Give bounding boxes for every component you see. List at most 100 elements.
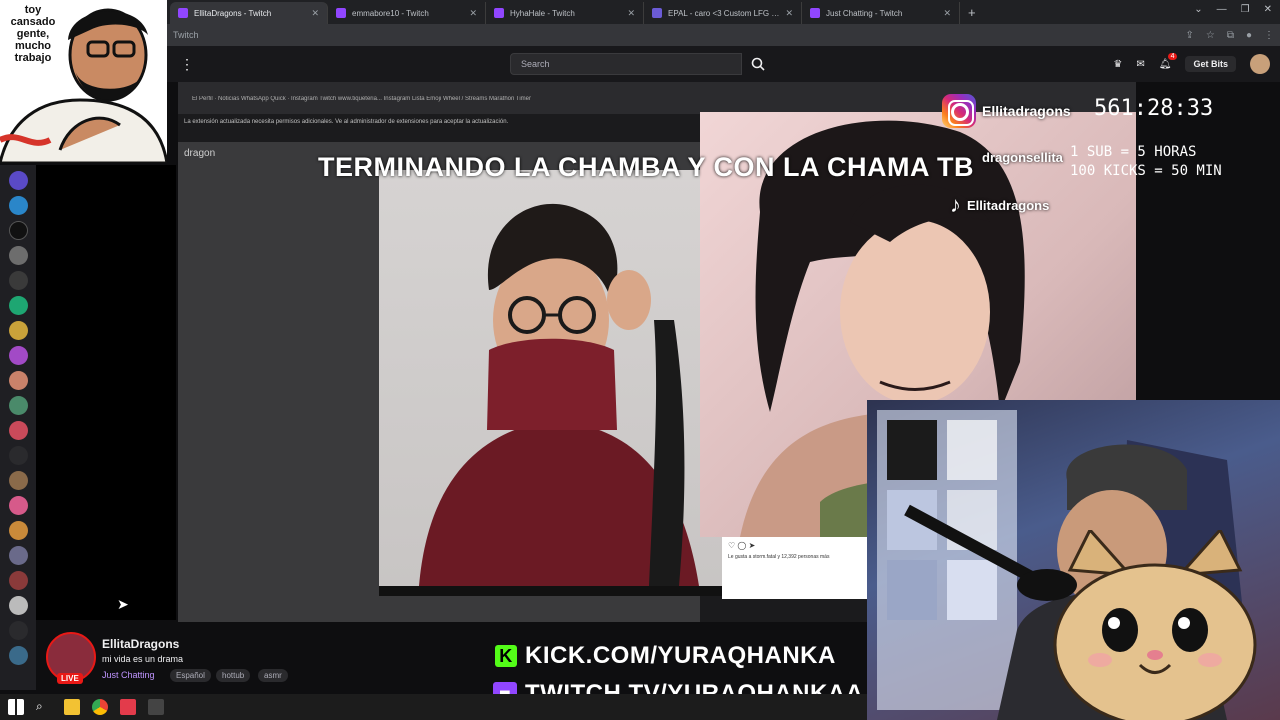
chrome-icon[interactable] [92, 699, 108, 715]
sidebar-channel-avatar[interactable] [8, 396, 28, 415]
search-icon[interactable]: ⌕ [36, 699, 52, 715]
sidebar-channel-avatar[interactable] [8, 171, 28, 190]
close-icon[interactable]: ✕ [627, 8, 635, 19]
close-icon[interactable]: ✕ [469, 8, 477, 19]
sidebar-channel-avatar[interactable] [8, 421, 28, 440]
nav-right-actions: ♛ ✉ 🔔︎ 4 Get Bits [1113, 52, 1270, 74]
instagram-handle-overlay: Ellitadragons [942, 94, 1071, 128]
subathon-rules: 1 SUB = 5 HORAS 100 KICKS = 50 MIN [1070, 143, 1222, 181]
close-icon[interactable]: ✕ [943, 8, 951, 19]
stream-tag[interactable]: hottub [216, 669, 251, 682]
profile-icon[interactable]: ● [1246, 30, 1252, 41]
extension-notice: La extensión actualizada necesita permis… [184, 119, 509, 125]
star-icon[interactable]: ☆ [1206, 30, 1215, 41]
stream-tag[interactable]: asmr [258, 669, 288, 682]
search-button[interactable] [744, 53, 772, 75]
browser-tab[interactable]: EllitaDragons - Twitch ✕ [170, 2, 328, 24]
instagram-actions-icon: ♡ ◯ ➤ [728, 541, 756, 550]
instagram-likes-text: Le gusta a storm.fatal y 12,392 personas… [728, 554, 830, 560]
app-icon[interactable] [148, 699, 164, 715]
sidebar-channel-avatar[interactable] [8, 271, 28, 290]
tab-title: EPAL - caro <3 Custom LFG Lo... [668, 8, 780, 18]
new-tab-button[interactable]: + [960, 5, 984, 24]
instagram-handle: Ellitadragons [982, 103, 1071, 119]
sidebar-channel-avatar[interactable] [8, 546, 28, 565]
windows-start-icon[interactable] [8, 699, 24, 715]
subathon-timer: 561:28:33 [1094, 96, 1214, 121]
close-icon[interactable]: ✕ [311, 8, 319, 19]
browser-tab[interactable]: EPAL - caro <3 Custom LFG Lo... ✕ [644, 2, 802, 24]
instagram-photo [379, 170, 723, 586]
tiktok-handle-overlay: ♪ Ellitadragons [950, 192, 1049, 218]
chat-empty-panel [36, 165, 176, 620]
stream-category[interactable]: Just Chatting [102, 670, 155, 680]
cat-sticker-illustration [1053, 530, 1257, 720]
sidebar-channel-avatar[interactable] [8, 496, 28, 515]
photo-caption-bar [379, 586, 723, 596]
browser-tab[interactable]: HyhaHale - Twitch ✕ [486, 2, 644, 24]
epal-favicon-icon [652, 8, 662, 18]
man-portrait-illustration [419, 203, 699, 586]
twitch-favicon-icon [810, 8, 820, 18]
maximize-icon[interactable]: ❐ [1241, 4, 1250, 15]
tab-title: emmabore10 - Twitch [352, 8, 429, 18]
window-controls: ⌄ — ❐ ✕ [1194, 4, 1272, 15]
browser-tab-bar: EllitaDragons - Twitch ✕ emmabore10 - Tw… [0, 0, 1280, 24]
twitch-top-nav: ⋮ Search ♛ ✉ 🔔︎ 4 Get Bits [167, 46, 1280, 82]
browser-tab[interactable]: Just Chatting - Twitch ✕ [802, 2, 960, 24]
video-icon[interactable] [8, 621, 28, 640]
sidebar-channel-avatar[interactable] [8, 596, 28, 615]
sidebar-channel-avatar[interactable] [8, 246, 28, 265]
minimize-icon[interactable]: — [1217, 4, 1227, 15]
tiktok-icon: ♪ [950, 192, 961, 217]
prime-crown-icon[interactable]: ♛ [1113, 59, 1122, 70]
kick-link: KICK.COM/YURAQHANKA [525, 642, 836, 669]
notifications-icon[interactable]: 🔔︎ 4 [1159, 52, 1178, 70]
inner-page-heading: dragon [184, 148, 216, 159]
twitch-favicon-icon [336, 8, 346, 18]
inbox-icon[interactable]: ✉ [1136, 59, 1144, 70]
windows-taskbar: ⌕ [0, 694, 867, 720]
address-bar[interactable]: Twitch ⇪ ☆ ⧉ ● ⋮ [167, 24, 1280, 46]
stream-tag[interactable]: Español [170, 669, 211, 682]
followed-channels-sidebar [0, 165, 36, 690]
stream-title: mi vida es un drama [102, 654, 184, 664]
extensions-icon[interactable]: ⧉ [1227, 30, 1234, 41]
video-icon[interactable] [8, 446, 28, 465]
search-icon [751, 57, 765, 71]
search-input[interactable]: Search [510, 53, 742, 75]
chevron-down-icon[interactable]: ⌄ [1194, 4, 1202, 15]
sidebar-channel-avatar[interactable] [8, 646, 28, 665]
close-icon[interactable]: ✕ [785, 8, 793, 19]
sidebar-channel-avatar[interactable] [8, 571, 28, 590]
kick-link-overlay: K KICK.COM/YURAQHANKA [495, 642, 836, 670]
avatar[interactable] [1250, 54, 1270, 74]
subathon-rule: 1 SUB = 5 HORAS [1070, 144, 1197, 160]
sidebar-channel-avatar[interactable] [8, 471, 28, 490]
sidebar-channel-avatar[interactable] [8, 346, 28, 365]
instagram-icon [942, 94, 976, 128]
tab-title: EllitaDragons - Twitch [194, 8, 272, 18]
tab-title: Just Chatting - Twitch [826, 8, 903, 18]
browser-toolbar-icons: ⇪ ☆ ⧉ ● ⋮ [1185, 30, 1274, 41]
mouse-cursor-icon: ➤ [117, 596, 129, 612]
notification-count-badge: 4 [1167, 52, 1178, 60]
sidebar-channel-avatar[interactable] [8, 371, 28, 390]
close-window-icon[interactable]: ✕ [1264, 4, 1272, 15]
instagram-likes-panel: ♡ ◯ ➤ Le gusta a storm.fatal y 12,392 pe… [722, 535, 867, 599]
sidebar-channel-avatar[interactable] [8, 321, 28, 340]
sidebar-channel-avatar[interactable] [8, 196, 28, 215]
sidebar-channel-avatar[interactable] [8, 296, 28, 315]
twitch-favicon-icon [494, 8, 504, 18]
browser-tab[interactable]: emmabore10 - Twitch ✕ [328, 2, 486, 24]
share-icon[interactable]: ⇪ [1185, 30, 1193, 41]
more-menu-icon[interactable]: ⋮ [167, 56, 207, 73]
file-explorer-icon[interactable] [64, 699, 80, 715]
sidebar-channel-avatar[interactable] [8, 521, 28, 540]
secondary-handle: dragonsellita [982, 150, 1063, 165]
app-icon[interactable] [120, 699, 136, 715]
channel-name[interactable]: EllitaDragons [102, 637, 179, 651]
menu-icon[interactable]: ⋮ [1264, 30, 1274, 41]
get-bits-button[interactable]: Get Bits [1185, 56, 1236, 72]
sidebar-channel-avatar[interactable] [8, 221, 28, 240]
